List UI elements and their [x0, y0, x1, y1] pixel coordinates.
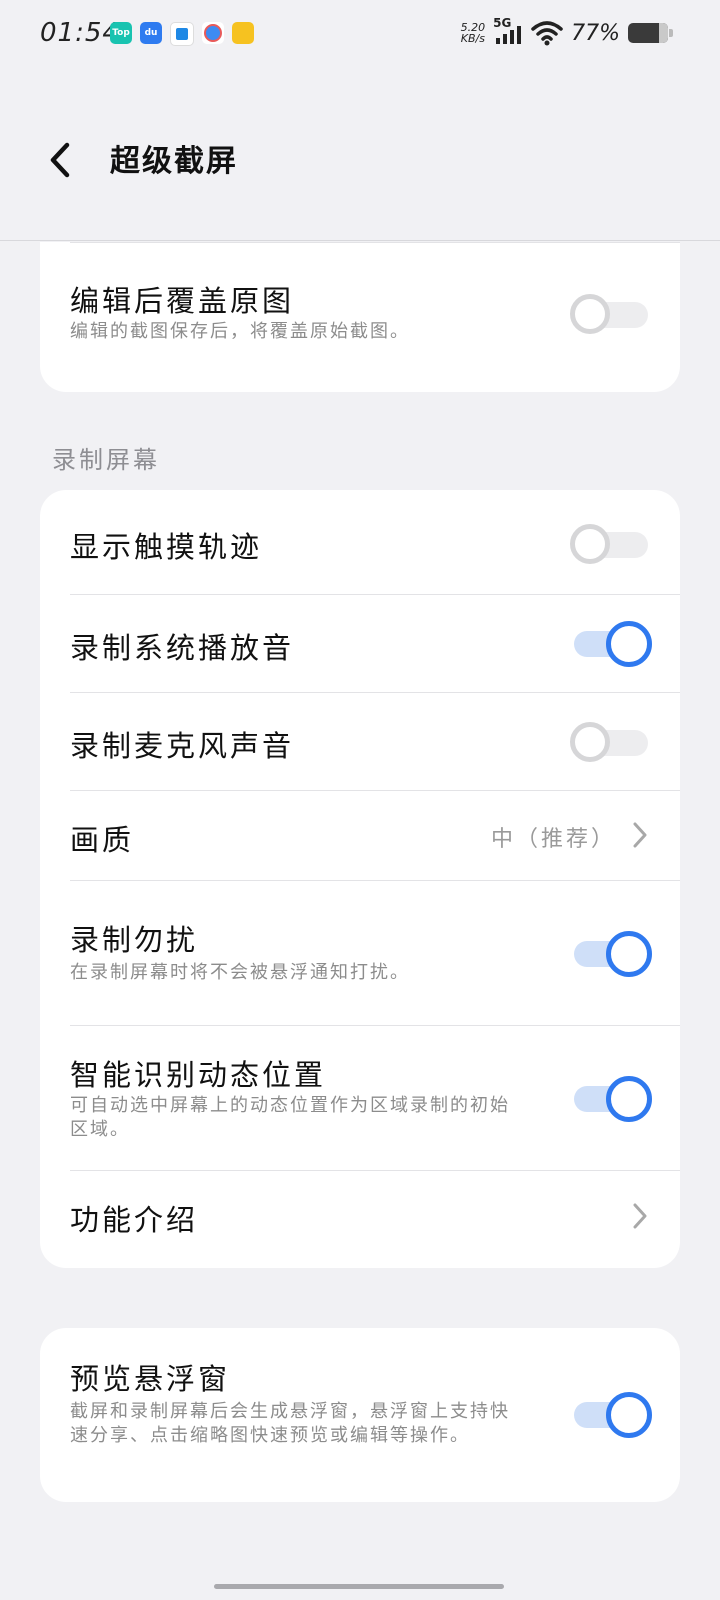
map-app-icon [202, 22, 224, 44]
setting-title: 编辑后覆盖原图 [70, 284, 295, 318]
setting-title: 智能识别动态位置 [70, 1058, 327, 1092]
setting-subtitle: 可自动选中屏幕上的动态位置作为区域录制的初始区域。 [70, 1095, 510, 1140]
back-button[interactable] [40, 138, 80, 182]
setting-title: 录制系统播放音 [70, 631, 295, 665]
yellow-app-icon [232, 22, 254, 44]
wifi-icon [531, 21, 563, 46]
setting-subtitle: 在录制屏幕时将不会被悬浮通知打扰。 [70, 962, 410, 983]
network-speed: 5.20 KB/s [460, 21, 486, 45]
preview-toggle[interactable] [570, 1392, 652, 1438]
status-indicators: 5.20 KB/s 5G 77% [460, 16, 673, 46]
touch-trail-toggle[interactable] [570, 522, 652, 568]
setting-title: 录制麦克风声音 [70, 729, 295, 763]
home-indicator[interactable] [214, 1584, 504, 1589]
du-app-icon: du [140, 22, 162, 44]
setting-title: 显示触摸轨迹 [70, 530, 263, 564]
setting-title: 功能介绍 [70, 1203, 199, 1237]
setting-row-intro[interactable]: 功能介绍 [70, 1171, 680, 1268]
preview-card: 预览悬浮窗 截屏和录制屏幕后会生成悬浮窗，悬浮窗上支持快速分享、点击缩略图快速预… [40, 1328, 680, 1502]
top-app-icon: Top [110, 22, 132, 44]
chevron-right-icon [633, 822, 647, 848]
top-app-bar: 超级截屏 [0, 70, 720, 241]
section-header-record: 录制屏幕 [52, 446, 160, 474]
dnd-toggle[interactable] [570, 931, 652, 977]
overwrite-card: 编辑后覆盖原图 编辑的截图保存后，将覆盖原始截图。 [40, 242, 680, 392]
setting-title: 预览悬浮窗 [70, 1362, 231, 1396]
setting-title: 录制勿扰 [70, 923, 199, 957]
setting-subtitle: 编辑的截图保存后，将覆盖原始截图。 [70, 321, 410, 342]
battery-percent: 77% [571, 20, 620, 46]
page-title: 超级截屏 [110, 144, 238, 179]
back-arrow-icon [50, 142, 70, 178]
overwrite-toggle[interactable] [570, 292, 652, 338]
setting-title: 画质 [70, 823, 135, 857]
status-time: 01:54 [40, 18, 120, 48]
quality-value: 中（推荐） [490, 827, 616, 852]
chevron-right-icon [633, 1203, 647, 1229]
blue-app-icon [170, 22, 194, 46]
record-settings-card: 显示触摸轨迹 录制系统播放音 录制麦克风声音 画质 中（推荐） 录制勿扰 在录制… [40, 490, 680, 1268]
setting-subtitle: 截屏和录制屏幕后会生成悬浮窗，悬浮窗上支持快速分享、点击缩略图快速预览或编辑等操… [70, 1401, 510, 1446]
system-audio-toggle[interactable] [570, 621, 652, 667]
battery-icon [628, 23, 673, 43]
microphone-toggle[interactable] [570, 720, 652, 766]
notification-icons: Top du [110, 22, 254, 46]
status-bar: 01:54 Top du 5.20 KB/s 5G 77% [0, 0, 720, 70]
cell-signal-icon: 5G [493, 16, 523, 46]
smart-detect-toggle[interactable] [570, 1076, 652, 1122]
